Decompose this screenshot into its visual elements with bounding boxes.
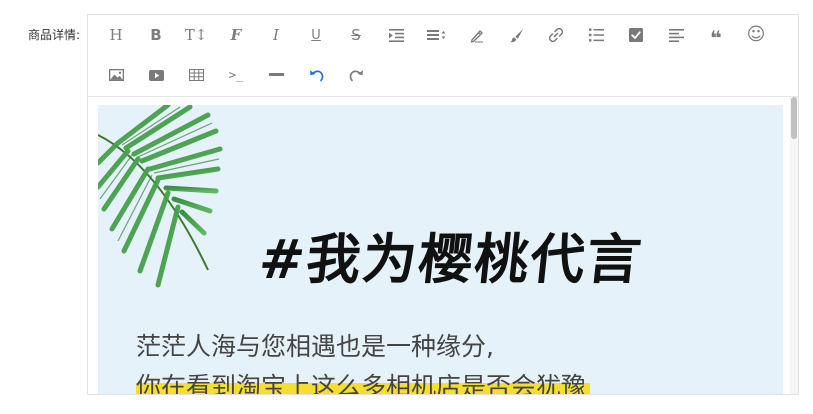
font-family-button[interactable]: F [216,19,256,51]
editor-toolbar: H B T↕ F I U S ❝ ☺ >_ [88,15,798,97]
code-button[interactable]: >_ [216,59,256,91]
toolbar-row-1: H B T↕ F I U S ❝ ☺ [96,15,776,55]
underline-icon: U [311,27,321,43]
font-family-icon: F [230,26,242,44]
pencil-icon [470,29,483,43]
code-icon: >_ [228,68,244,82]
heading-icon: H [109,26,123,44]
font-color-button[interactable] [456,19,496,51]
video-icon [148,69,164,81]
list-button[interactable] [576,19,616,51]
editor-content-area[interactable]: #我为樱桃代言 茫茫人海与您相遇也是一种缘分, 你在看到淘宝上这么多相机店是否会… [88,97,798,394]
link-icon [548,27,564,43]
scrollbar-thumb[interactable] [791,97,797,139]
align-left-icon [668,28,684,42]
italic-icon: I [273,26,279,44]
checkbox-icon [629,28,643,42]
bold-icon: B [150,26,162,44]
italic-button[interactable]: I [256,19,296,51]
quote-icon: ❝ [710,26,722,50]
redo-button[interactable] [336,59,376,91]
indent-button[interactable] [376,19,416,51]
background-color-button[interactable] [496,19,536,51]
smiley-icon: ☺ [746,24,766,45]
bullet-list-icon [588,28,604,42]
poster-title: #我为樱桃代言 [256,227,647,291]
emoticon-button[interactable]: ☺ [736,19,776,51]
strikethrough-icon: S [351,26,361,44]
line-height-icon [426,30,445,40]
content-poster-image: #我为樱桃代言 茫茫人海与您相遇也是一种缘分, 你在看到淘宝上这么多相机店是否会… [98,105,783,394]
toolbar-row-2: >_ [96,55,376,95]
horizontal-rule-icon [268,73,284,76]
todo-button[interactable] [616,19,656,51]
link-button[interactable] [536,19,576,51]
font-size-button[interactable]: T↕ [176,19,216,51]
poster-text-line-1: 茫茫人海与您相遇也是一种缘分, [136,332,494,361]
indent-icon [388,28,404,42]
content-scrollbar[interactable] [790,97,798,394]
line-height-button[interactable] [416,19,456,51]
bold-button[interactable]: B [136,19,176,51]
undo-button[interactable] [296,59,336,91]
rich-text-editor[interactable]: H B T↕ F I U S ❝ ☺ >_ #我为樱桃代言 茫茫人海与您相遇也是… [87,14,799,395]
table-icon [188,69,204,81]
heading-button[interactable]: H [96,19,136,51]
product-details-label: 商品详情: [27,28,80,42]
image-button[interactable] [96,59,136,91]
poster-text-line-2: 你在看到淘宝上这么多相机店是否会犹豫 [136,367,591,394]
video-button[interactable] [136,59,176,91]
brush-icon [509,28,523,42]
font-size-icon: T↕ [184,26,208,44]
justify-button[interactable] [656,19,696,51]
image-icon [108,69,124,81]
underline-button[interactable]: U [296,19,336,51]
redo-icon [349,70,363,82]
quote-button[interactable]: ❝ [696,19,736,51]
undo-icon [309,70,323,82]
palm-leaf-illustration [98,105,223,288]
table-button[interactable] [176,59,216,91]
strikethrough-button[interactable]: S [336,19,376,51]
divider-button[interactable] [256,59,296,91]
